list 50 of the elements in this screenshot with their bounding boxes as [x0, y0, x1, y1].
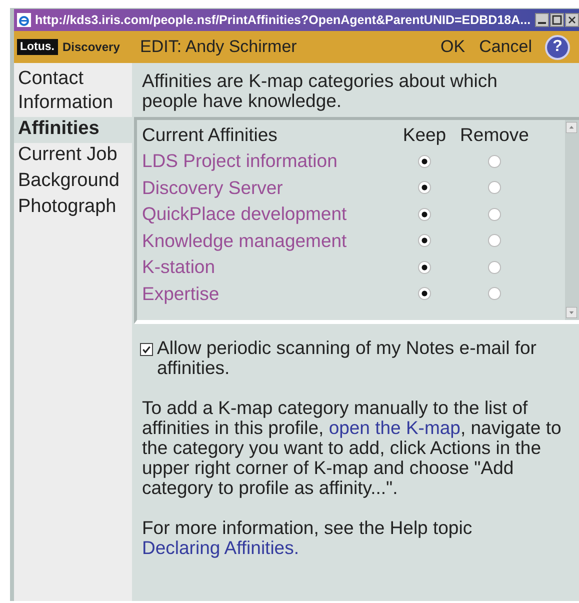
affinity-name: Expertise: [142, 282, 220, 305]
scroll-down-icon[interactable]: [566, 307, 577, 318]
affinity-name: Discovery Server: [142, 176, 284, 199]
keep-radio[interactable]: [418, 181, 431, 194]
column-header: Current Affinities: [142, 124, 278, 146]
keep-radio[interactable]: [418, 154, 431, 168]
sidebar-item[interactable]: Contact Information: [14, 67, 132, 117]
affinity-name: LDS Project information: [142, 150, 338, 172]
maximize-icon: [552, 15, 562, 25]
minimize-icon: [538, 22, 546, 24]
kmap-link[interactable]: open the K-map: [328, 417, 460, 438]
product-name: Discovery: [62, 40, 120, 54]
logo: Lotus.: [17, 39, 58, 55]
minimize-button[interactable]: [535, 13, 549, 27]
sidebar-item[interactable]: Affinities: [14, 117, 132, 143]
affinity-name: QuickPlace development: [142, 203, 348, 226]
page-title: EDIT: Andy Schirmer: [139, 37, 298, 57]
cancel-button[interactable]: Cancel: [472, 37, 539, 57]
remove-radio[interactable]: [488, 287, 501, 300]
help-topic-link[interactable]: Declaring Affinities.: [142, 537, 299, 558]
keep-radio[interactable]: [418, 234, 431, 248]
checkbox-label: Allow periodic scanning of my Notes e-mail for affinities.: [157, 338, 538, 378]
affinity-name: K-station: [142, 256, 216, 278]
window-title: http://kds3.iris.com/people.nsf/PrintAffinities?OpenAgent&ParentUNID=EDBD18A...: [35, 13, 531, 27]
close-button[interactable]: [565, 13, 579, 27]
browser-icon: [17, 13, 31, 27]
remove-radio[interactable]: [488, 234, 501, 248]
remove-radio[interactable]: [488, 181, 501, 194]
scrollbar[interactable]: [565, 120, 579, 320]
column-header: Keep: [402, 124, 448, 146]
keep-radio[interactable]: [418, 260, 431, 274]
intro-text: Affinities are K-map categories about which people have knowledge.: [142, 71, 498, 111]
keep-radio[interactable]: [418, 208, 431, 221]
column-header: Remove: [459, 124, 530, 146]
remove-radio[interactable]: [488, 208, 501, 221]
scroll-up-icon[interactable]: [566, 122, 577, 133]
help-topic-text: For more information, see the Help topic Declaring Affinities.: [142, 518, 474, 558]
maximize-button[interactable]: [550, 13, 564, 27]
sidebar-item[interactable]: Current Job: [14, 143, 132, 169]
help-button[interactable]: ?: [545, 34, 570, 60]
sidebar-item[interactable]: Background: [14, 169, 132, 195]
close-icon: [567, 15, 577, 25]
sidebar-item[interactable]: Photograph: [14, 195, 132, 221]
ok-button[interactable]: OK: [434, 37, 472, 57]
affinity-name: Knowledge management: [142, 230, 348, 252]
checkbox[interactable]: [140, 343, 153, 356]
remove-radio[interactable]: [488, 154, 501, 168]
remove-radio[interactable]: [488, 260, 501, 274]
instructions-text: To add a K-map category manually to the list of affinities in this profile, open the K-map, navigate to the category you want to add, click Actions in the upper right corner of K-map and choose "Add category to profile as affinity...".: [142, 398, 562, 498]
keep-radio[interactable]: [418, 287, 431, 300]
